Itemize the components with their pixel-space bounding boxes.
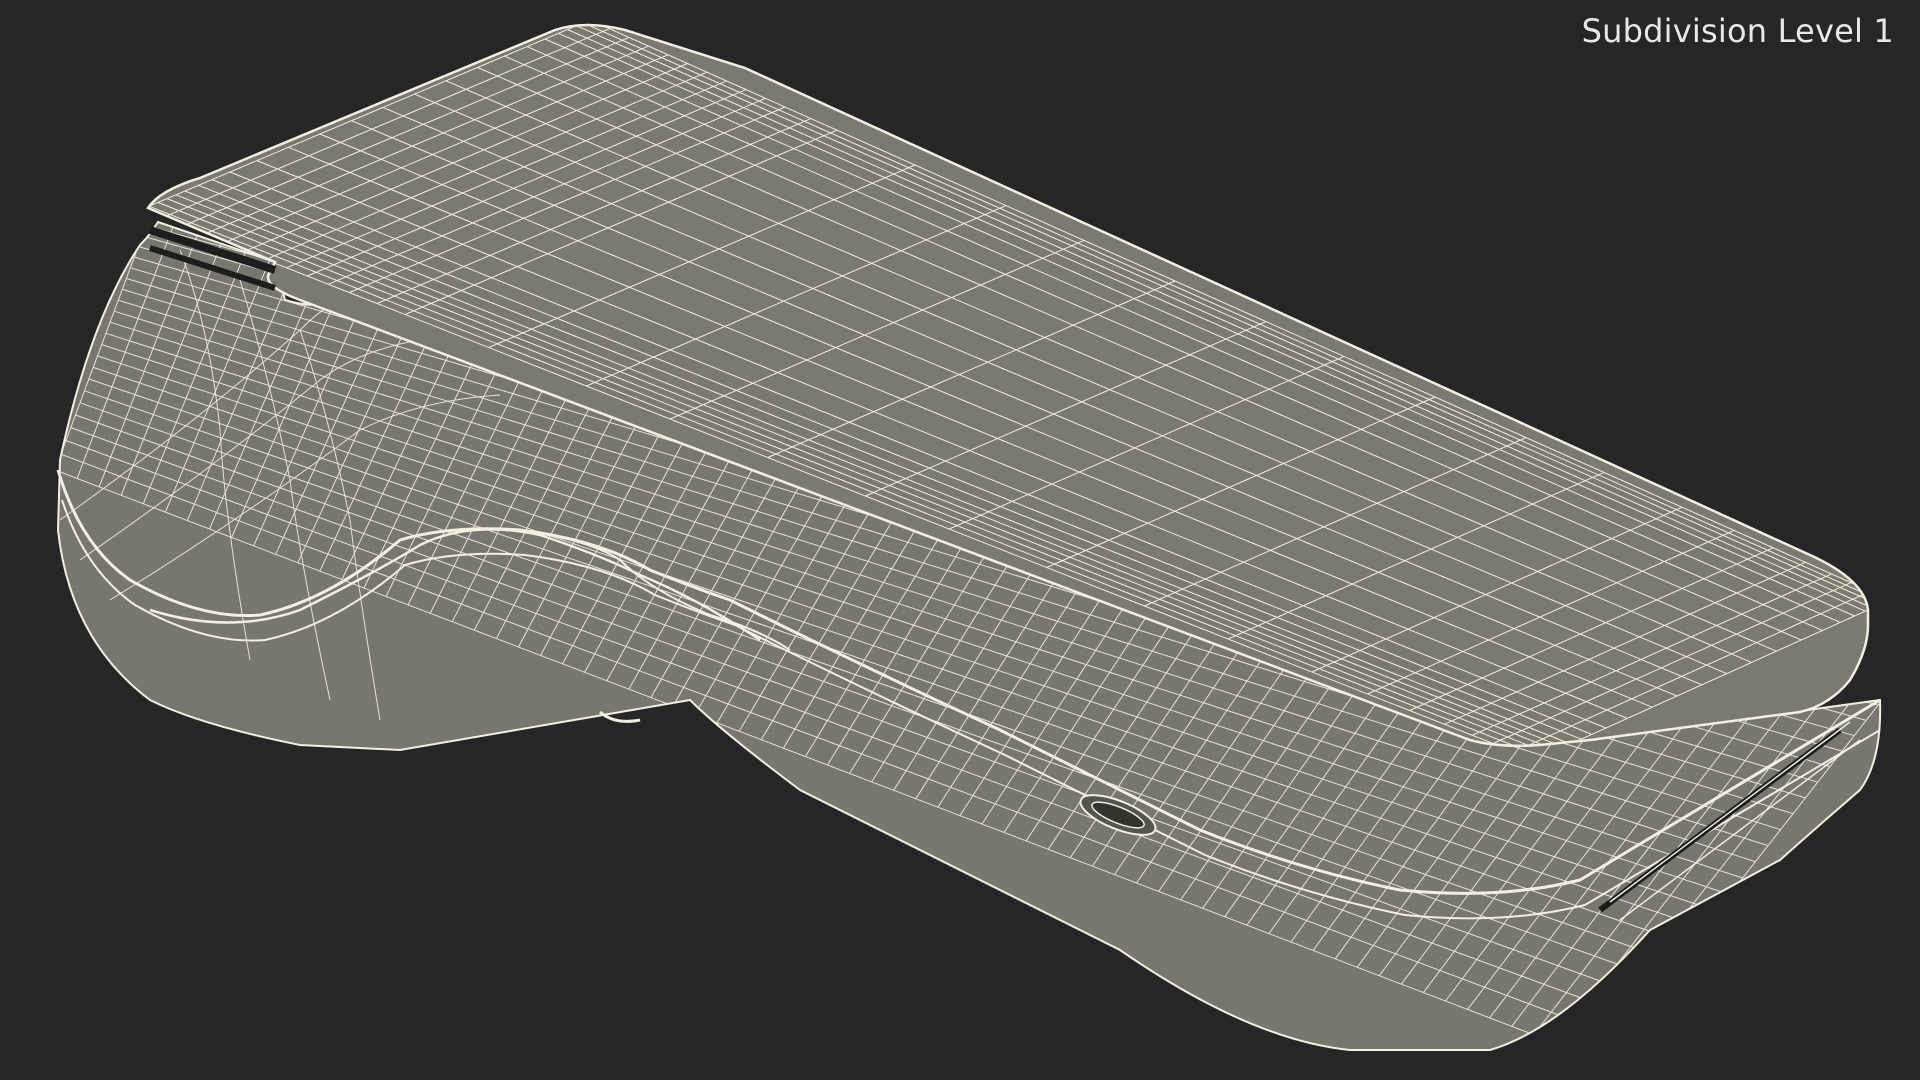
- subdivision-level-label: Subdivision Level 1: [1581, 12, 1894, 50]
- viewport-stage: Subdivision Level 1: [0, 0, 1920, 1080]
- wireframe-render: [56, 23, 1882, 1051]
